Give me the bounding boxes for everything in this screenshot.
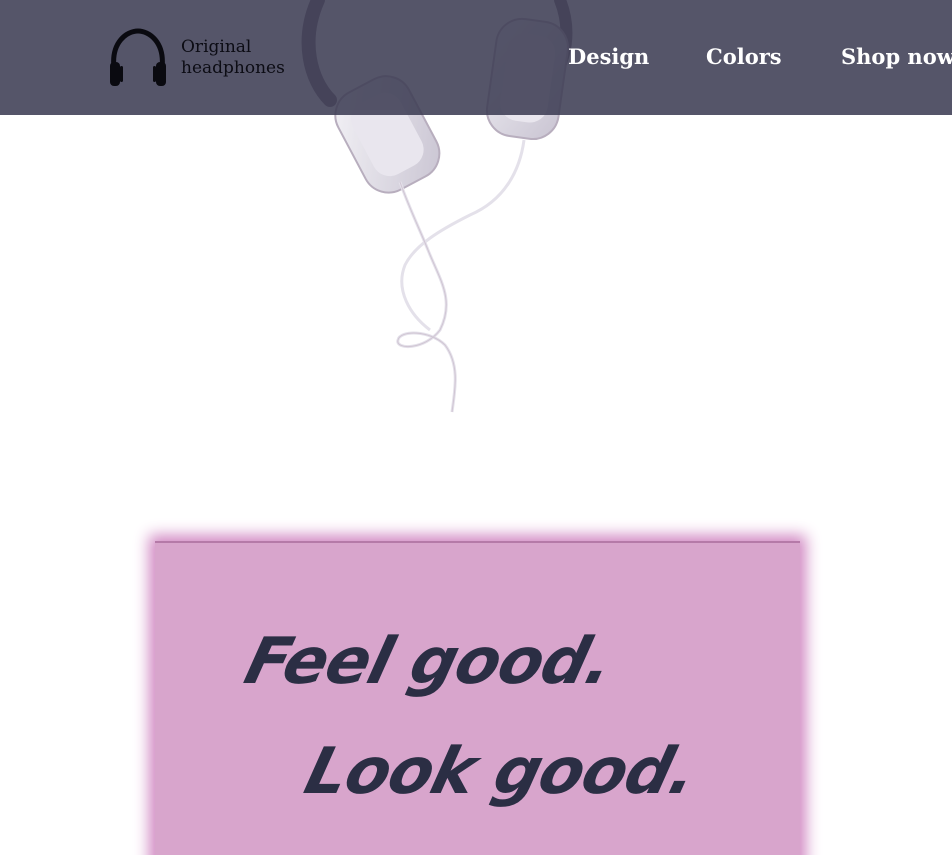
slogan-line-1: Feel good. [237, 625, 620, 699]
brand-name: Original headphones [181, 37, 291, 79]
slogan-line-2: Look good. [297, 735, 704, 809]
brand-name-line2: headphones [181, 58, 285, 78]
nav-link-colors[interactable]: Colors [706, 44, 782, 69]
headphones-icon [110, 28, 166, 86]
page: Original headphones Design Colors Shop n… [0, 0, 952, 855]
nav-link-design[interactable]: Design [568, 44, 649, 69]
brand-name-line1: Original [181, 37, 252, 57]
nav-link-shop-now[interactable]: Shop now [841, 44, 952, 69]
brand-logo[interactable]: Original headphones [107, 28, 291, 88]
top-navbar: Original headphones Design Colors Shop n… [0, 0, 952, 115]
promo-card: Feel good. Look good. [155, 541, 800, 855]
